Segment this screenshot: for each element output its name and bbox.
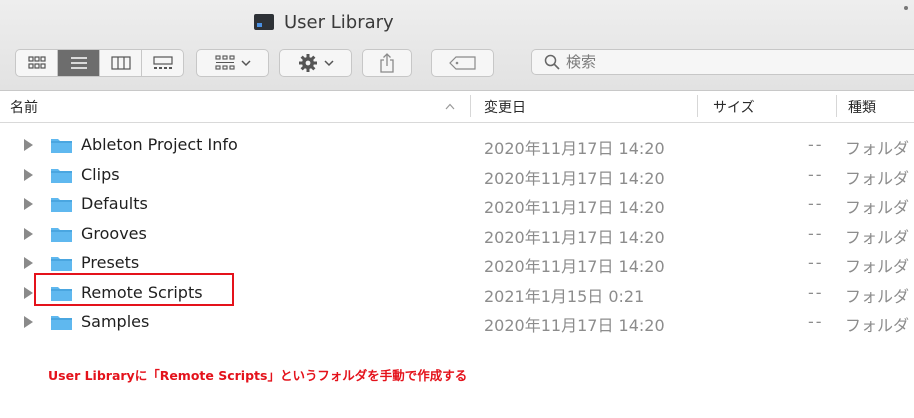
view-mode-segmented-control [15,49,184,77]
file-date: 2020年11月17日 14:20 [484,257,665,276]
search-input[interactable] [566,53,866,71]
column-divider[interactable] [470,95,471,117]
file-kind: フォルダ [845,198,910,217]
file-size: -- [808,253,824,272]
file-name: Samples [81,312,150,331]
chevron-up-icon [445,103,455,110]
file-name: Defaults [81,194,148,213]
window-title: User Library [254,10,394,34]
file-name: Clips [81,164,120,184]
list-view-icon [70,57,87,69]
folder-icon [51,257,72,271]
disclosure-triangle-icon[interactable] [24,139,33,151]
column-header-row: 名前 変更日 サイズ 種類 [0,91,914,123]
chevron-down-icon [323,60,334,67]
list-item[interactable]: Samples 2020年11月17日 14:20 -- フォルダ [0,307,914,337]
sort-ascending-indicator [445,91,455,122]
group-by-button[interactable] [196,49,269,77]
column-view-button[interactable] [100,50,142,76]
column-divider[interactable] [836,95,837,117]
list-item[interactable]: Grooves 2020年11月17日 14:20 -- フォルダ [0,219,914,249]
action-menu-button[interactable] [279,49,352,77]
search-field[interactable] [531,49,914,75]
file-date: 2020年11月17日 14:20 [484,139,665,158]
file-date: 2020年11月17日 14:20 [484,227,665,247]
disclosure-triangle-icon[interactable] [24,257,33,269]
window-title-text: User Library [284,11,394,33]
column-header-name-label: 名前 [10,99,38,116]
disclosure-triangle-icon[interactable] [24,286,33,299]
gear-icon [298,54,317,72]
folder-icon [51,198,72,212]
column-header-name[interactable]: 名前 [10,91,38,122]
column-header-kind[interactable]: 種類 [848,91,876,122]
file-size: -- [808,194,824,213]
column-divider[interactable] [697,95,698,117]
icon-view-icon [27,56,46,69]
column-header-size[interactable]: サイズ [713,91,755,122]
folder-icon [51,227,72,242]
folder-icon [51,168,72,183]
disclosure-triangle-icon[interactable] [24,168,33,181]
file-date: 2020年11月17日 14:20 [484,316,665,335]
window-grip-dot [904,6,908,10]
file-name: Grooves [81,223,147,243]
list-view-button[interactable] [58,50,100,76]
share-button[interactable] [362,49,412,77]
file-kind: フォルダ [845,139,910,158]
column-header-date[interactable]: 変更日 [484,91,526,122]
group-by-icon [214,55,235,70]
disclosure-triangle-icon[interactable] [24,316,33,328]
file-kind: フォルダ [845,286,910,306]
tag-button[interactable] [431,49,494,77]
file-date: 2020年11月17日 14:20 [484,168,665,188]
list-item[interactable]: Clips 2020年11月17日 14:20 -- フォルダ [0,160,914,190]
share-icon [380,53,394,73]
column-header-size-label: サイズ [713,99,755,116]
file-kind: フォルダ [845,227,910,247]
file-name: Presets [81,253,140,272]
gallery-view-button[interactable] [142,50,183,76]
chevron-down-icon [240,60,251,67]
file-date: 2020年11月17日 14:20 [484,198,665,217]
annotation-text: User Libraryに「Remote Scripts」というフォルダを手動で… [48,368,468,383]
file-size: -- [808,223,824,243]
file-size: -- [808,282,824,302]
file-size: -- [808,164,824,184]
disclosure-triangle-icon[interactable] [24,227,33,240]
gallery-view-icon [152,56,173,69]
tag-icon [448,56,476,70]
column-header-kind-label: 種類 [848,99,876,116]
file-name: Ableton Project Info [81,135,238,154]
finder-toolbar: User Library [0,0,914,91]
disclosure-triangle-icon[interactable] [24,198,33,210]
folder-app-icon [254,14,274,30]
file-size: -- [808,135,824,154]
folder-icon [51,316,72,330]
list-item[interactable]: Defaults 2020年11月17日 14:20 -- フォルダ [0,189,914,219]
file-date: 2021年1月15日 0:21 [484,286,645,306]
file-kind: フォルダ [845,257,910,276]
file-kind: フォルダ [845,168,910,188]
file-kind: フォルダ [845,316,910,335]
folder-icon [51,139,72,153]
column-header-date-label: 変更日 [484,99,526,116]
icon-view-button[interactable] [16,50,58,76]
list-item[interactable]: Ableton Project Info 2020年11月17日 14:20 -… [0,130,914,160]
highlight-box [34,273,234,306]
search-icon [544,54,560,70]
file-size: -- [808,312,824,331]
column-view-icon [110,56,131,70]
